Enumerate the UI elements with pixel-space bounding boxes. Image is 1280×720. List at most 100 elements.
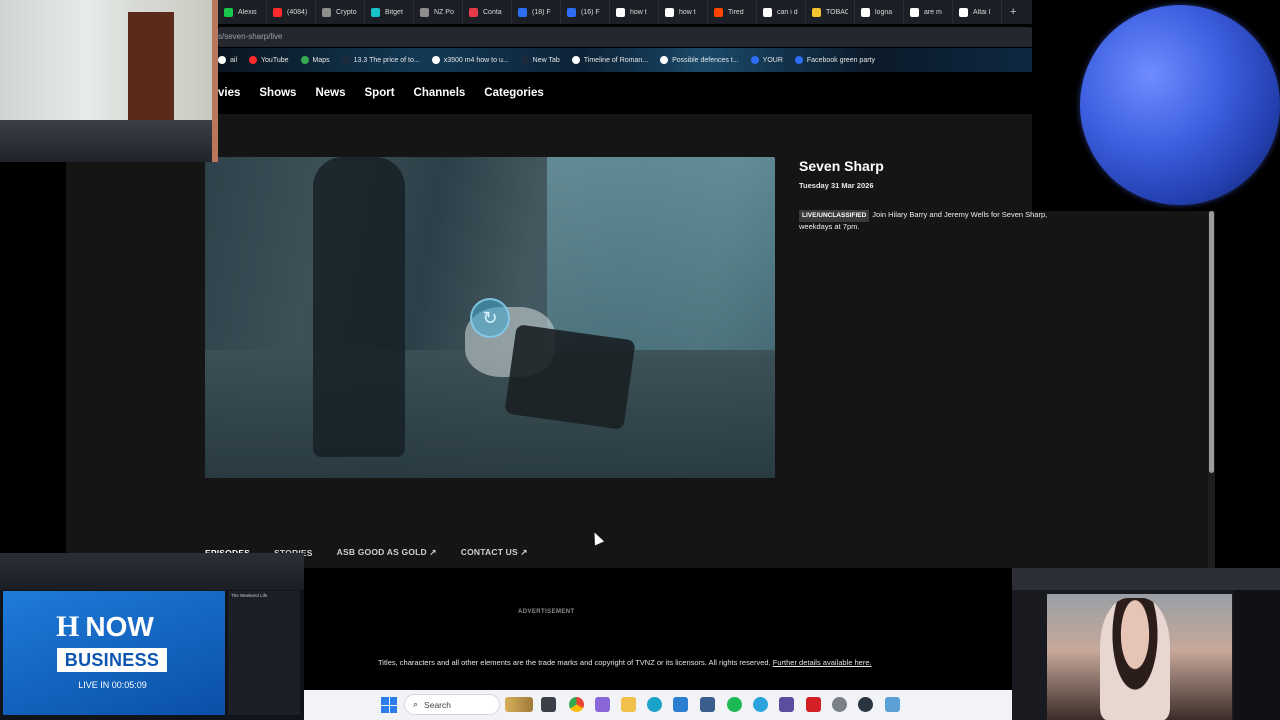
bookmark-item[interactable]: Possible defences t... (660, 56, 739, 64)
bookmark-favicon-icon (218, 56, 226, 64)
browser-tab-strip: Alexis (4084) Crypto Bitget NZ Po Conta (18) F… (218, 0, 1032, 24)
news-live-countdown: LIVE IN 00:05:09 (78, 680, 147, 690)
bookmark-item[interactable]: 13.3 The price of to... (341, 56, 420, 64)
bookmark-item[interactable]: Facebook green party (794, 56, 875, 64)
tab-label: (18) F (532, 8, 551, 16)
tab-favicon-icon (518, 7, 527, 17)
further-details-link[interactable]: Further details available here. (773, 658, 872, 667)
task-view-icon[interactable] (541, 697, 556, 712)
bookmark-item[interactable]: ail (218, 56, 237, 64)
bookmark-label: Maps (312, 56, 330, 64)
bookmark-label: New Tab (532, 56, 560, 64)
photos-icon[interactable] (595, 697, 610, 712)
bookmark-item[interactable]: Timeline of Roman... (571, 56, 649, 64)
taskbar-search[interactable]: ⌕ Search (404, 694, 500, 715)
search-icon: ⌕ (413, 699, 419, 709)
copyright-text: Titles, characters and all other element… (378, 658, 771, 667)
browser-tab[interactable]: TOBAC (806, 0, 855, 24)
tab-label: (4084) (287, 8, 308, 16)
bookmark-favicon-icon (249, 56, 258, 64)
telegram-icon[interactable] (753, 697, 768, 712)
widgets-icon[interactable] (505, 697, 533, 712)
bookmark-label: x3500 m4 how to u... (443, 56, 509, 64)
live-badge: LIVE/UNCLASSIFIED (799, 210, 870, 222)
browser-tab[interactable]: NZ Po (414, 0, 463, 24)
video-player[interactable]: ↻ (205, 157, 775, 478)
nav-item-categories[interactable]: Categories (484, 87, 543, 99)
bookmark-item[interactable]: YOUR (750, 56, 783, 64)
news-logo-mark: H (56, 610, 80, 643)
address-bar[interactable]: s/seven-sharp/live (218, 27, 1032, 47)
browser-tab[interactable]: how t (659, 0, 708, 24)
browser-tab[interactable]: Crypto (316, 0, 365, 24)
chrome-icon[interactable] (569, 697, 584, 712)
bookmark-label: 13.3 The price of to... (353, 56, 420, 64)
remote-desktop-icon[interactable] (885, 697, 900, 712)
tab-favicon-icon (224, 7, 233, 17)
browser-tab[interactable]: Conta (463, 0, 512, 24)
nav-item-news[interactable]: News (315, 87, 345, 99)
page-scrollbar-thumb[interactable] (1209, 211, 1214, 473)
nav-item-shows[interactable]: Shows (259, 87, 296, 99)
app-icon-generic[interactable] (700, 697, 715, 712)
bookmark-favicon-icon (341, 56, 350, 64)
tab-contact-us[interactable]: CONTACT US ↗ (461, 547, 528, 558)
browser-tab[interactable]: Alexis (218, 0, 267, 24)
left-gutter (66, 160, 218, 568)
browser-tab[interactable]: (4084) (267, 0, 316, 24)
browser-tab[interactable]: Tired (708, 0, 757, 24)
bookmark-label: Timeline of Roman... (583, 56, 649, 64)
bookmarks-bar: ail YouTube Maps 13.3 The price of to... x35… (218, 48, 1032, 72)
bookmark-item[interactable]: YouTube (249, 56, 289, 64)
site-nav: vies Shows News Sport Channels Categorie… (218, 72, 1032, 114)
obs-icon[interactable] (779, 697, 794, 712)
bookmark-item[interactable]: x3500 m4 how to u... (431, 56, 509, 64)
tab-label: how t (630, 8, 647, 16)
tab-favicon-icon (959, 7, 968, 17)
tab-label: NZ Po (434, 8, 454, 16)
edge-icon[interactable] (647, 697, 662, 712)
news-side-title: The Weekend Life (231, 593, 268, 598)
tab-favicon-icon (763, 7, 772, 17)
bookmark-favicon-icon (660, 56, 669, 64)
browser-tab[interactable]: Bitget (365, 0, 414, 24)
browser-tab[interactable]: how t (610, 0, 659, 24)
tab-label: Tired (728, 8, 744, 16)
browser-tab[interactable]: Altai I (953, 0, 1002, 24)
show-description-block: LIVE/UNCLASSIFIED Join Hilary Barry and J… (799, 210, 1074, 232)
browser-tab[interactable]: (18) F (512, 0, 561, 24)
browser-tab[interactable]: logna (855, 0, 904, 24)
windows-start-icon[interactable] (381, 697, 397, 713)
acrobat-icon[interactable] (806, 697, 821, 712)
settings-icon[interactable] (832, 697, 847, 712)
bookmark-label: Facebook green party (806, 56, 875, 64)
bookmark-favicon-icon (300, 56, 309, 64)
tab-favicon-icon (812, 7, 821, 17)
nav-item-channels[interactable]: Channels (414, 87, 466, 99)
news-side-panel (228, 591, 300, 715)
steam-icon[interactable] (858, 697, 873, 712)
show-title: Seven Sharp (799, 158, 884, 174)
video-scene-suitcase (504, 324, 636, 430)
spotify-icon[interactable] (727, 697, 742, 712)
browser-tab[interactable]: (16) F (561, 0, 610, 24)
store-icon[interactable] (673, 697, 688, 712)
file-explorer-icon[interactable] (621, 697, 636, 712)
tab-favicon-icon (273, 7, 282, 17)
url-text[interactable]: s/seven-sharp/live (218, 32, 282, 41)
tab-favicon-icon (714, 7, 723, 17)
bookmark-favicon-icon (571, 56, 580, 64)
tab-asb-good-as-gold[interactable]: ASB GOOD AS GOLD ↗ (337, 547, 437, 558)
tab-label: can i d (777, 8, 798, 16)
browser-tab[interactable]: can i d (757, 0, 806, 24)
streamer-person (1100, 598, 1170, 720)
nav-item-movies[interactable]: vies (218, 87, 240, 99)
nav-item-sport[interactable]: Sport (365, 87, 395, 99)
tab-label: Bitget (385, 8, 403, 16)
bookmark-item[interactable]: Maps (300, 56, 330, 64)
browser-tab[interactable]: are m (904, 0, 953, 24)
bookmark-item[interactable]: New Tab (520, 56, 560, 64)
show-date: Tuesday 31 Mar 2026 (799, 181, 874, 190)
news-business-label: BUSINESS (57, 648, 167, 672)
new-tab-button[interactable]: + (1002, 6, 1024, 18)
